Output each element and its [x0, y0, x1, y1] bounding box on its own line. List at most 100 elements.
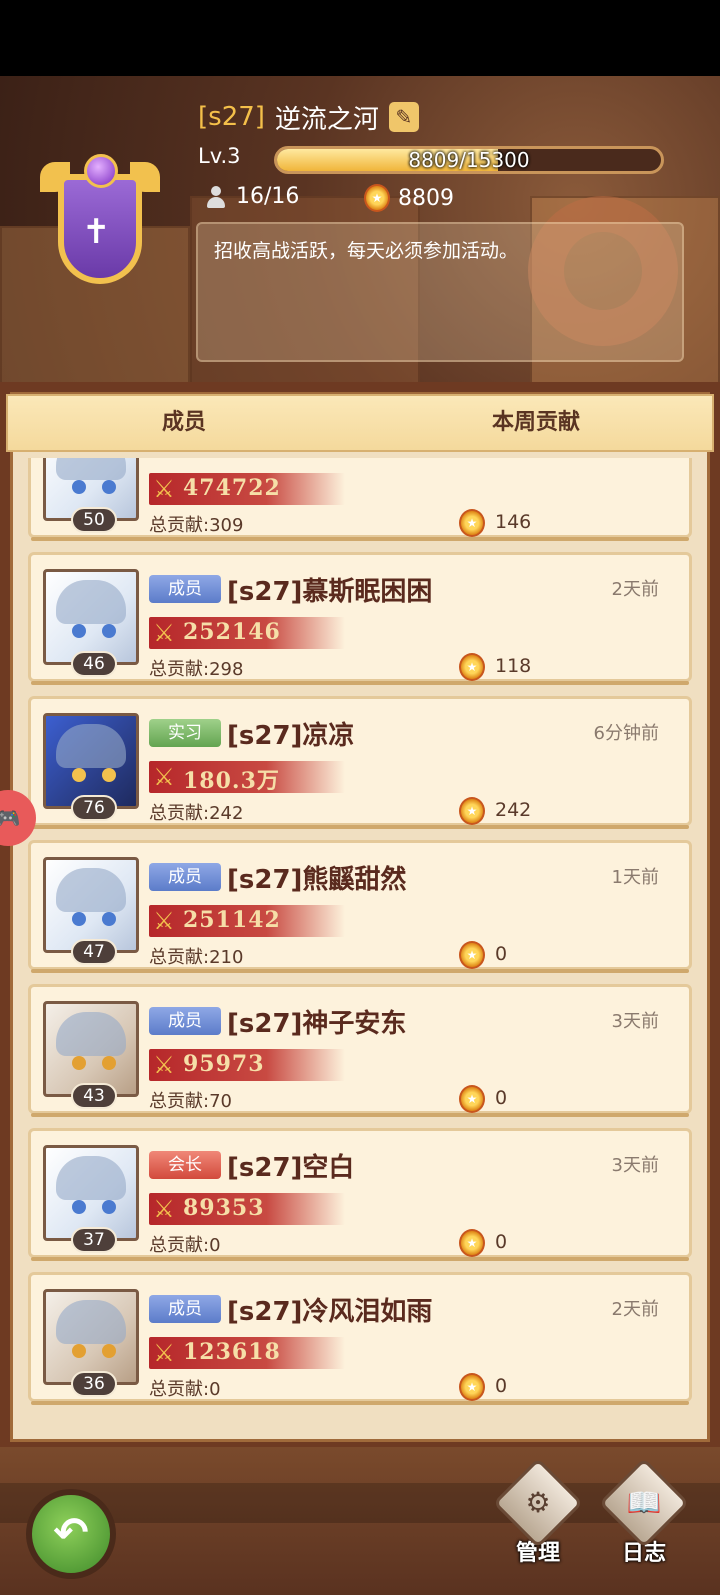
- member-card[interactable]: 36 成员 [s27]冷风泪如雨 2天前 ⚔ 123618 总贡献:0 ★ 0: [28, 1272, 692, 1405]
- member-name: [s27]神子安东: [227, 1009, 407, 1039]
- member-weekly-contribution: 0: [495, 1231, 508, 1253]
- member-role-badge: 成员: [149, 863, 221, 891]
- avatar-hair: [56, 724, 126, 768]
- member-level: 43: [71, 1083, 117, 1109]
- emblem-cross-icon: ✝: [82, 212, 111, 252]
- member-level: 36: [71, 1371, 117, 1397]
- member-last-seen: 2天前: [611, 579, 659, 600]
- guild-name-row: [s27] 逆流之河 ✎: [198, 100, 419, 135]
- medal-icon: ★: [459, 1229, 485, 1257]
- member-name: [s27]慕斯眠困困: [227, 577, 433, 607]
- member-last-seen: 1天前: [611, 867, 659, 888]
- medal-icon: ★: [364, 184, 390, 212]
- member-weekly-contribution: 118: [495, 655, 532, 677]
- member-level: 46: [71, 651, 117, 677]
- member-power: ⚔ 251142: [149, 905, 345, 937]
- footer-bar: ↶ ⚙ 管理 📖 日志: [0, 1447, 720, 1595]
- member-card[interactable]: 47 成员 [s27]熊鼷甜然 1天前 ⚔ 251142 总贡献:210 ★ 0: [28, 840, 692, 973]
- medal-icon: ★: [459, 797, 485, 825]
- avatar-eye: [72, 480, 86, 494]
- member-power-value: 474722: [183, 475, 281, 501]
- avatar-hair: [56, 458, 126, 480]
- member-weekly-contribution: 0: [495, 943, 508, 965]
- medal-icon: ★: [459, 941, 485, 969]
- member-name: [s27]空白: [227, 1153, 355, 1183]
- avatar-eye: [72, 768, 86, 782]
- guild-emblem[interactable]: ✝: [40, 154, 160, 304]
- guild-xp-bar: 8809/15300: [274, 146, 664, 174]
- member-power: ⚔ 180.3万: [149, 761, 345, 794]
- member-power-value: 180.3万: [183, 768, 280, 794]
- member-power-value: 95973: [183, 1051, 265, 1077]
- member-count-value: 16/16: [236, 184, 300, 209]
- emblem-orb: [84, 154, 118, 188]
- member-card[interactable]: 76 实习 [s27]凉凉 6分钟前 ⚔ 180.3万 总贡献:242 ★ 242: [28, 696, 692, 829]
- member-power-value: 251142: [183, 907, 281, 933]
- member-power: ⚔ 474722: [149, 473, 345, 505]
- medal-icon: ★: [459, 1373, 485, 1401]
- guild-name: 逆流之河: [274, 104, 379, 135]
- avatar-eye: [102, 1200, 116, 1214]
- member-list[interactable]: 50 ⚔ 474722 总贡献:309 ★ 146 46 成员 [s27]慕斯眠困困 2天前 ⚔ 25…: [28, 458, 692, 1442]
- member-card[interactable]: 46 成员 [s27]慕斯眠困困 2天前 ⚔ 252146 总贡献:298 ★ 118: [28, 552, 692, 685]
- status-bar: [0, 0, 720, 76]
- guild-announcement[interactable]: 招收高战活跃，每天必须参加活动。: [196, 222, 684, 362]
- member-card[interactable]: 50 ⚔ 474722 总贡献:309 ★ 146: [28, 458, 692, 541]
- member-last-seen: 6分钟前: [593, 723, 659, 744]
- back-button[interactable]: ↶: [26, 1489, 116, 1579]
- member-total-contribution: 总贡献:210: [149, 947, 244, 968]
- avatar-eye: [72, 1344, 86, 1358]
- avatar-eye: [72, 1056, 86, 1070]
- log-button[interactable]: 📖 日志: [598, 1457, 690, 1581]
- swords-icon: ⚔: [153, 1051, 175, 1079]
- column-header: 成员 本周贡献: [6, 394, 714, 452]
- member-power-value: 252146: [183, 619, 281, 645]
- avatar-eye: [102, 1056, 116, 1070]
- avatar-eye: [102, 624, 116, 638]
- guild-contribution-value: 8809: [398, 185, 454, 211]
- avatar-eye: [72, 624, 86, 638]
- avatar-eye: [102, 912, 116, 926]
- edit-icon[interactable]: ✎: [388, 102, 419, 132]
- member-role-badge: 成员: [149, 1007, 221, 1035]
- member-power: ⚔ 89353: [149, 1193, 345, 1225]
- member-last-seen: 2天前: [611, 1299, 659, 1320]
- member-level: 37: [71, 1227, 117, 1253]
- member-level: 50: [71, 507, 117, 533]
- avatar-eye: [102, 768, 116, 782]
- member-card[interactable]: 37 会长 [s27]空白 3天前 ⚔ 89353 总贡献:0 ★ 0: [28, 1128, 692, 1261]
- avatar-eye: [72, 1200, 86, 1214]
- tab-weekly-contribution[interactable]: 本周贡献: [360, 396, 712, 450]
- member-weekly-contribution: 0: [495, 1087, 508, 1109]
- member-total-contribution: 总贡献:0: [149, 1379, 221, 1400]
- member-last-seen: 3天前: [611, 1011, 659, 1032]
- avatar-eye: [102, 1344, 116, 1358]
- swords-icon: ⚔: [153, 619, 175, 647]
- member-total-contribution: 总贡献:309: [149, 515, 244, 536]
- member-total-contribution: 总贡献:242: [149, 803, 244, 824]
- swords-icon: ⚔: [153, 475, 175, 503]
- member-total-contribution: 总贡献:70: [149, 1091, 232, 1112]
- member-name: [s27]冷风泪如雨: [227, 1297, 433, 1327]
- avatar-hair: [56, 1156, 126, 1200]
- member-role-badge: 会长: [149, 1151, 221, 1179]
- avatar-hair: [56, 868, 126, 912]
- member-card[interactable]: 43 成员 [s27]神子安东 3天前 ⚔ 95973 总贡献:70 ★ 0: [28, 984, 692, 1117]
- medal-icon: ★: [459, 653, 485, 681]
- guild-contribution: ★ 8809: [364, 184, 454, 212]
- tab-members[interactable]: 成员: [8, 396, 360, 450]
- swords-icon: ⚔: [153, 907, 175, 935]
- swords-icon: ⚔: [153, 1339, 175, 1367]
- avatar-eye: [102, 480, 116, 494]
- member-role-badge: 成员: [149, 1295, 221, 1323]
- swords-icon: ⚔: [153, 1195, 175, 1223]
- member-name: [s27]凉凉: [227, 721, 355, 751]
- member-power: ⚔ 95973: [149, 1049, 345, 1081]
- avatar-eye: [72, 912, 86, 926]
- medal-icon: ★: [459, 1085, 485, 1113]
- member-level: 47: [71, 939, 117, 965]
- manage-button[interactable]: ⚙ 管理: [492, 1457, 584, 1581]
- swords-icon: ⚔: [153, 763, 175, 791]
- avatar-hair: [56, 1300, 126, 1344]
- member-weekly-contribution: 146: [495, 511, 532, 533]
